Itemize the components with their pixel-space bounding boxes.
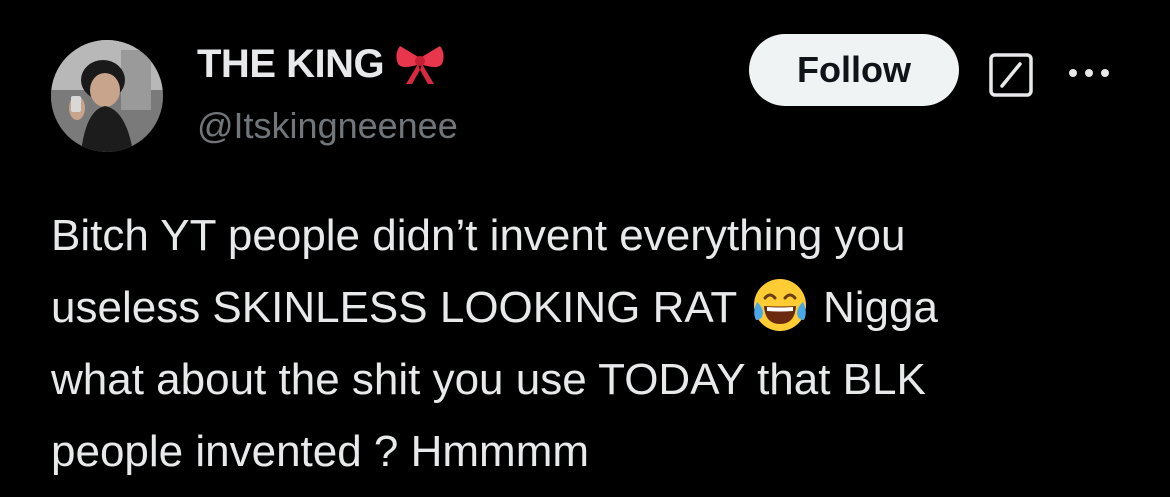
avatar[interactable] [51,40,163,152]
follow-button[interactable]: Follow [749,34,959,106]
tweet-text: Bitch YT people didn’t invent everything… [51,200,1131,488]
tweet-line-2-start: useless SKINLESS LOOKING RAT [51,283,737,332]
tweet-line-4: people invented ? Hmmmm [51,427,590,476]
tweet-line-3: what about the shit you use TODAY that B… [51,355,926,404]
more-options-icon[interactable] [1066,58,1112,88]
tweet-card: THE KING @Itskingneenee Follow Bitch YT … [0,0,1170,497]
avatar-image [51,40,163,152]
tweet-line-2-end: Nigga [822,283,938,332]
author-name-row: THE KING [197,40,446,88]
tweet-line-1: Bitch YT people didn’t invent everything… [51,211,906,260]
display-name[interactable]: THE KING [197,40,385,88]
laughing-tears-emoji-icon [751,276,809,334]
tweet-line-2: useless SKINLESS LOOKING RAT Nigga [51,272,1131,344]
ribbon-bow-icon [394,40,446,88]
author-handle[interactable]: @Itskingneenee [197,104,458,148]
grok-icon[interactable] [988,52,1034,98]
